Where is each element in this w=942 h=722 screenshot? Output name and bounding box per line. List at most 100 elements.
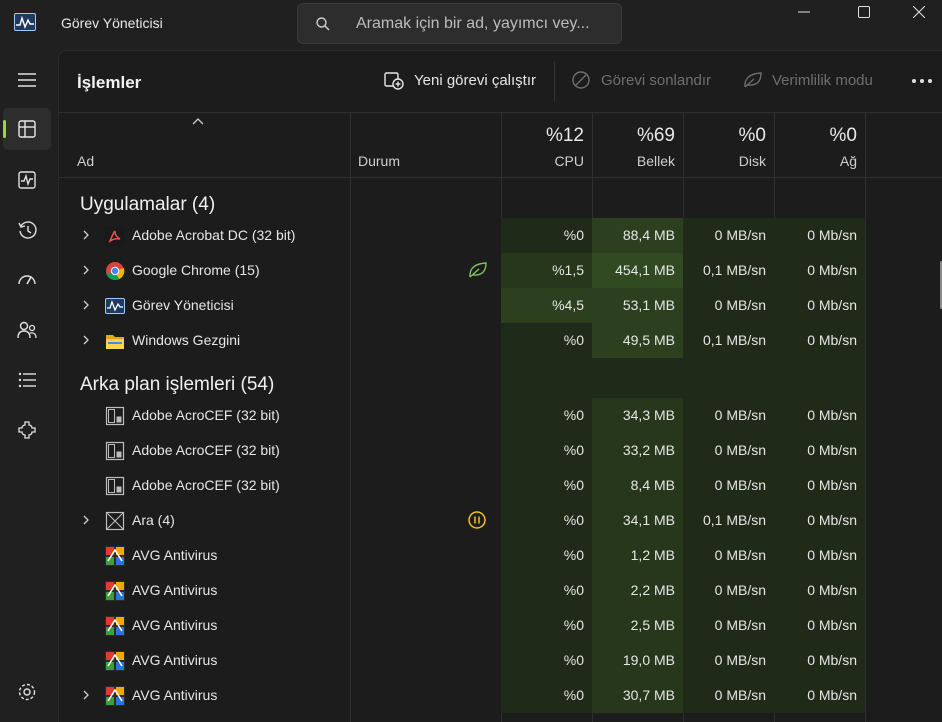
cpu-value: %0 — [501, 643, 592, 678]
cpu-total[interactable]: %12 — [501, 125, 584, 147]
disk-value: 0 MB/sn — [683, 218, 774, 253]
expand-chevron-icon[interactable] — [81, 299, 91, 311]
network-value: 0 Mb/sn — [774, 433, 865, 468]
memory-value: 454,1 MB — [592, 253, 683, 288]
avg-icon — [105, 686, 125, 706]
nav-details[interactable] — [3, 359, 51, 401]
expand-chevron-icon[interactable] — [81, 514, 91, 526]
cpu-value: %0 — [501, 433, 592, 468]
memory-value: 2,5 MB — [592, 608, 683, 643]
explorer-folder-icon — [106, 335, 124, 349]
group-header: Uygulamalar (4) — [59, 178, 942, 218]
expand-chevron-icon[interactable] — [81, 689, 91, 701]
suspended-icon — [468, 511, 486, 529]
network-value: 0 Mb/sn — [774, 503, 865, 538]
process-row[interactable]: Adobe Acrobat DC (32 bit) %0 88,4 MB 0 MB/s… — [59, 218, 942, 253]
app-history-icon — [18, 221, 37, 239]
process-row[interactable]: Adobe AcroCEF (32 bit) %0 33,2 MB 0 MB/sn 0 … — [59, 433, 942, 468]
memory-value: 88,4 MB — [592, 218, 683, 253]
disk-value: 0 MB/sn — [683, 573, 774, 608]
process-row[interactable]: Ara (4) %0 34,1 MB 0,1 MB/sn 0 Mb/sn — [59, 503, 942, 538]
hamburger-menu-button[interactable] — [3, 59, 51, 101]
process-name: Windows Gezgini — [132, 332, 241, 348]
column-header-cpu[interactable]: CPU — [501, 153, 584, 169]
disk-value: 0 MB/sn — [683, 678, 774, 713]
group-title: Arka plan işlemleri (54) — [80, 374, 275, 395]
nav-app-history[interactable] — [3, 209, 51, 251]
chrome-icon — [106, 262, 125, 281]
users-icon — [17, 321, 37, 339]
memory-total[interactable]: %69 — [592, 125, 675, 147]
disk-value: 0 MB/sn — [683, 433, 774, 468]
process-row[interactable]: Adobe AcroCEF (32 bit) %0 34,3 MB 0 MB/sn 0 … — [59, 398, 942, 433]
process-row[interactable]: Google Chrome (15) %1,5 454,1 MB 0,1 MB/sn 0… — [59, 253, 942, 288]
window-title: Görev Yöneticisi — [61, 15, 163, 31]
search-box[interactable]: Aramak için bir ad, yayımcı vey... — [297, 3, 622, 44]
disk-total[interactable]: %0 — [683, 125, 766, 147]
avg-icon — [105, 546, 125, 566]
disk-value: 0 MB/sn — [683, 538, 774, 573]
generic-process-icon — [105, 406, 125, 426]
process-row[interactable]: Windows Gezgini %0 49,5 MB 0,1 MB/sn 0 Mb/sn — [59, 323, 942, 358]
disk-value: 0 MB/sn — [683, 468, 774, 503]
process-row[interactable]: Görev Yöneticisi %4,5 53,1 MB 0 MB/sn 0 Mb/s… — [59, 288, 942, 323]
cpu-value: %0 — [501, 398, 592, 433]
minimize-button[interactable] — [781, 0, 827, 28]
search-input-placeholder[interactable]: Aramak için bir ad, yayımcı vey... — [356, 15, 590, 33]
nav-users[interactable] — [3, 309, 51, 351]
page-title: İşlemler — [77, 73, 142, 92]
more-options-icon[interactable] — [911, 78, 933, 84]
process-name: AVG Antivirus — [132, 687, 218, 703]
disk-value: 0 MB/sn — [683, 398, 774, 433]
nav-startup-apps[interactable] — [3, 259, 51, 301]
column-header-memory[interactable]: Bellek — [592, 153, 675, 169]
expand-chevron-icon[interactable] — [81, 264, 91, 276]
generic-process-icon — [105, 441, 125, 461]
process-name: Adobe AcroCEF (32 bit) — [132, 477, 280, 493]
run-new-task-icon — [384, 72, 404, 90]
network-value: 0 Mb/sn — [774, 573, 865, 608]
memory-value: 1,2 MB — [592, 538, 683, 573]
process-row[interactable]: Adobe AcroCEF (32 bit) %0 8,4 MB 0 MB/sn 0 M… — [59, 468, 942, 503]
memory-value: 8,4 MB — [592, 468, 683, 503]
memory-value: 34,3 MB — [592, 398, 683, 433]
task-manager-icon — [14, 13, 36, 31]
generic-process-icon — [105, 476, 125, 496]
network-value: 0 Mb/sn — [774, 323, 865, 358]
navigation-rail — [0, 48, 56, 722]
disk-value: 0 MB/sn — [683, 288, 774, 323]
column-header-status[interactable]: Durum — [358, 153, 400, 169]
process-row[interactable]: AVG Antivirus %0 30,7 MB 0 MB/sn 0 Mb/sn — [59, 678, 942, 713]
process-row[interactable]: AVG Antivirus %0 2,2 MB 0 MB/sn 0 Mb/sn — [59, 573, 942, 608]
process-row[interactable]: AVG Antivirus %0 2,5 MB 0 MB/sn 0 Mb/sn — [59, 608, 942, 643]
search-icon — [316, 17, 330, 31]
toolbar-divider — [554, 61, 555, 101]
close-button[interactable] — [896, 0, 942, 28]
process-table: Ad Durum %12 CPU %69 Bellek %0 Disk %0 A… — [59, 113, 942, 722]
process-row[interactable]: AVG Antivirus %0 19,0 MB 0 MB/sn 0 Mb/sn — [59, 643, 942, 678]
nav-services[interactable] — [3, 409, 51, 451]
process-name: Adobe Acrobat DC (32 bit) — [132, 227, 296, 243]
column-header-name[interactable]: Ad — [77, 153, 94, 169]
nav-processes[interactable] — [3, 108, 51, 150]
cpu-value: %0 — [501, 538, 592, 573]
avg-icon — [105, 651, 125, 671]
cpu-value: %0 — [501, 608, 592, 643]
network-value: 0 Mb/sn — [774, 643, 865, 678]
nav-performance[interactable] — [3, 159, 51, 201]
maximize-button[interactable] — [841, 0, 887, 28]
disk-value: 0,1 MB/sn — [683, 503, 774, 538]
processes-icon — [18, 120, 36, 138]
column-header-network[interactable]: Ağ — [774, 153, 857, 169]
process-name: AVG Antivirus — [132, 617, 218, 633]
performance-icon — [18, 171, 36, 189]
process-row[interactable]: AVG Antivirus %0 1,2 MB 0 MB/sn 0 Mb/sn — [59, 538, 942, 573]
group-header-cell — [592, 358, 683, 398]
nav-settings[interactable] — [3, 671, 51, 713]
cpu-value: %4,5 — [501, 288, 592, 323]
services-icon — [18, 421, 36, 439]
network-total[interactable]: %0 — [774, 125, 857, 147]
expand-chevron-icon[interactable] — [81, 229, 91, 241]
expand-chevron-icon[interactable] — [81, 334, 91, 346]
column-header-disk[interactable]: Disk — [683, 153, 766, 169]
